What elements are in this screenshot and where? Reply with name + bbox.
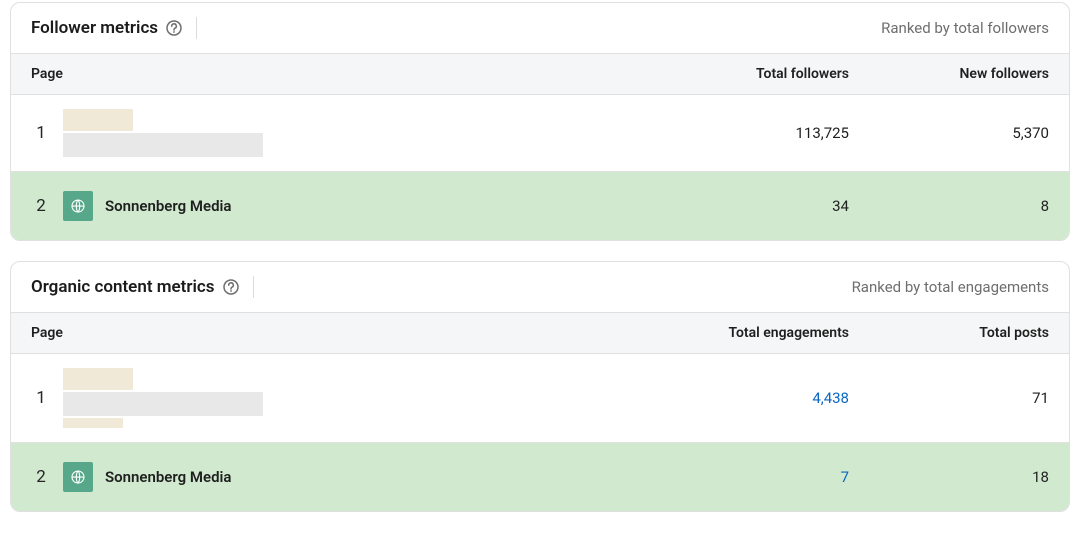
col-new-followers: New followers: [849, 66, 1049, 82]
page-cell: 1: [31, 109, 649, 157]
panel-title: Follower metrics: [31, 18, 158, 38]
total-engagements-value[interactable]: 4,438: [649, 389, 849, 407]
new-followers-value: 5,370: [849, 124, 1049, 142]
redacted-bar: [63, 109, 133, 131]
table-row[interactable]: 2 Sonnenberg Media 34 8: [11, 172, 1069, 240]
organic-content-metrics-panel: Organic content metrics Ranked by total …: [10, 261, 1070, 512]
total-followers-value: 34: [649, 197, 849, 215]
col-total-followers: Total followers: [649, 66, 849, 82]
col-total-posts: Total posts: [849, 325, 1049, 341]
page-cell: 2 Sonnenberg Media: [31, 191, 649, 221]
redacted-bar: [63, 133, 263, 157]
redacted-bar: [63, 418, 123, 428]
redacted-bar: [63, 392, 263, 416]
page-cell: 2 Sonnenberg Media: [31, 462, 649, 492]
follower-metrics-panel: Follower metrics Ranked by total followe…: [10, 2, 1070, 241]
redacted-competitor: [63, 109, 263, 157]
table-row[interactable]: 2 Sonnenberg Media 7 18: [11, 443, 1069, 511]
ranked-by-label: Ranked by total followers: [881, 19, 1049, 37]
table-row[interactable]: 1 113,725 5,370: [11, 95, 1069, 172]
total-followers-value: 113,725: [649, 124, 849, 142]
col-total-engagements: Total engagements: [649, 325, 849, 341]
col-page: Page: [31, 66, 649, 82]
panel-header: Organic content metrics Ranked by total …: [11, 262, 1069, 312]
help-icon[interactable]: [223, 279, 239, 295]
rank-number: 1: [31, 123, 51, 143]
page-cell: 1: [31, 368, 649, 428]
avatar: [63, 462, 93, 492]
page-name: Sonnenberg Media: [105, 468, 231, 486]
table-header: Page Total engagements Total posts: [11, 312, 1069, 354]
panel-header-left: Organic content metrics: [31, 276, 254, 298]
total-posts-value: 71: [849, 389, 1049, 407]
panel-header: Follower metrics Ranked by total followe…: [11, 3, 1069, 53]
rank-number: 2: [31, 196, 51, 216]
table-header: Page Total followers New followers: [11, 53, 1069, 95]
divider: [253, 276, 254, 298]
help-icon[interactable]: [166, 20, 182, 36]
redacted-bar: [63, 368, 133, 390]
rank-number: 2: [31, 467, 51, 487]
col-page: Page: [31, 325, 649, 341]
new-followers-value: 8: [849, 197, 1049, 215]
table-row[interactable]: 1 4,438 71: [11, 354, 1069, 443]
ranked-by-label: Ranked by total engagements: [852, 278, 1049, 296]
panel-title: Organic content metrics: [31, 277, 215, 297]
page-name: Sonnenberg Media: [105, 197, 231, 215]
panel-header-left: Follower metrics: [31, 17, 197, 39]
total-engagements-value[interactable]: 7: [649, 468, 849, 486]
total-posts-value: 18: [849, 468, 1049, 486]
divider: [196, 17, 197, 39]
avatar: [63, 191, 93, 221]
rank-number: 1: [31, 388, 51, 408]
redacted-competitor: [63, 368, 263, 428]
